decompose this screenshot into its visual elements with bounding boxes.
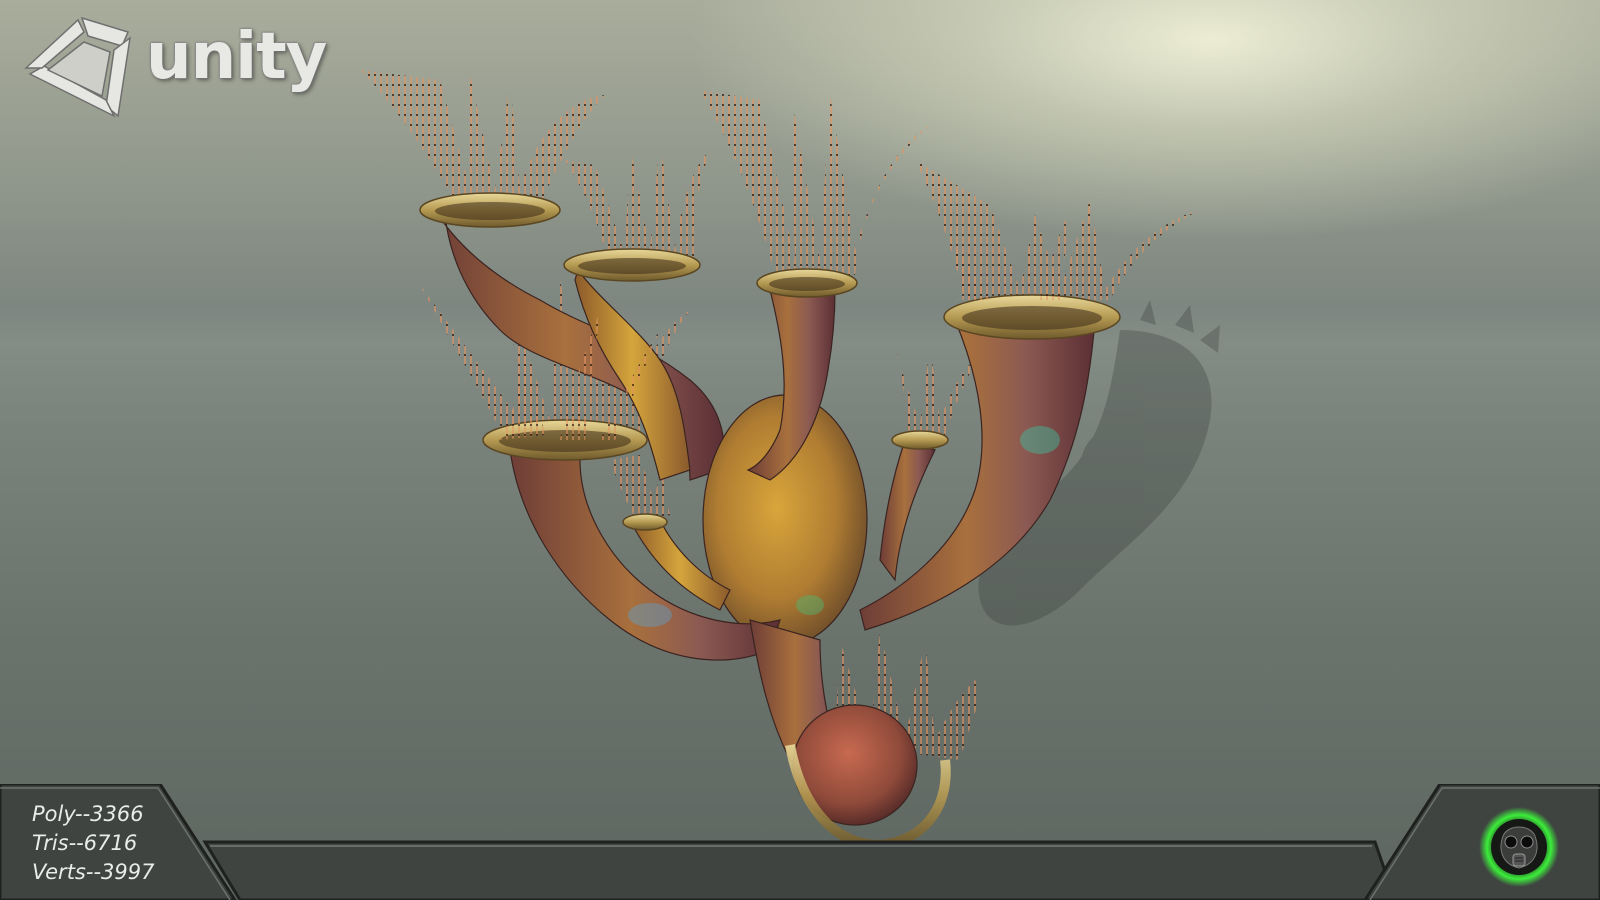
hud-bottom-frame [0,784,1600,900]
verts-count: Verts--3997 [32,860,155,884]
tris-count: Tris--6716 [32,831,138,855]
game-viewport[interactable] [0,0,1600,900]
poly-count: Poly--3366 [32,802,144,826]
model-stats-panel: Poly--3366 Tris--6716 Verts--3997 [32,800,154,887]
unity-wordmark: unity [146,20,327,94]
gas-mask-icon [1479,807,1559,887]
unity-logo: unity [18,12,327,122]
unity-cube-icon [24,16,132,118]
gas-mask-emblem[interactable] [1478,806,1560,888]
coral-plant-model [360,70,1220,851]
